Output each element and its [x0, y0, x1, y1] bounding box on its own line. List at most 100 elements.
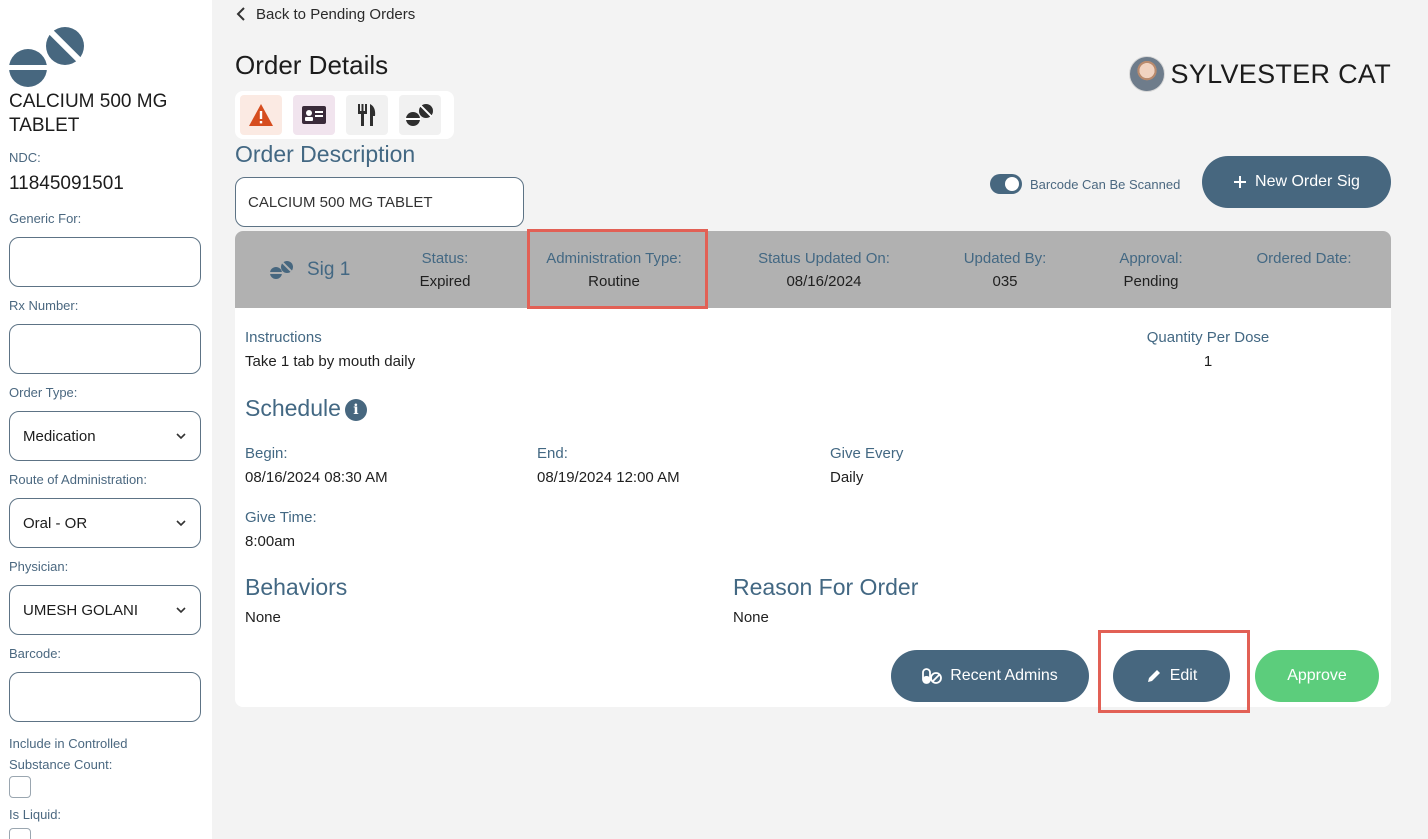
recent-admins-label: Recent Admins — [950, 667, 1058, 684]
back-link-label: Back to Pending Orders — [256, 5, 416, 23]
chevron-down-icon — [176, 607, 186, 614]
administration-type-value: Routine — [588, 273, 640, 290]
rx-number-input[interactable] — [9, 324, 201, 374]
utensils-icon — [358, 104, 376, 126]
instructions-value: Take 1 tab by mouth daily — [245, 353, 416, 370]
barcode-label: Barcode: — [9, 646, 62, 661]
ndc-label: NDC: — [9, 150, 41, 165]
order-type-value: Medication — [23, 427, 96, 445]
route-label: Route of Administration: — [9, 472, 148, 487]
diet-button[interactable] — [346, 95, 388, 135]
approval-label: Approval: — [1119, 250, 1183, 267]
patient-avatar — [1128, 56, 1165, 92]
approval-column: Approval: Pending — [1101, 250, 1201, 290]
end-value: 08/19/2024 12:00 AM — [537, 469, 680, 486]
controlled-substance-checkbox[interactable] — [9, 776, 31, 798]
drug-name: CALCIUM 500 MG TABLET — [9, 91, 168, 136]
route-value: Oral - OR — [23, 514, 88, 532]
sig-label: Sig 1 — [307, 259, 351, 280]
schedule-title: Schedule — [245, 395, 341, 421]
warning-icon — [249, 104, 273, 126]
physician-select[interactable]: UMESH GOLANI — [9, 585, 201, 635]
begin-label: Begin: — [245, 445, 288, 462]
patient-header: SYLVESTER CAT — [1128, 56, 1391, 92]
rx-number-label: Rx Number: — [9, 298, 79, 313]
order-description-title: Order Description — [235, 141, 416, 167]
generic-for-input[interactable] — [9, 237, 201, 287]
give-time-value: 8:00am — [245, 533, 296, 550]
approve-button[interactable]: Approve — [1255, 650, 1379, 702]
approval-value: Pending — [1123, 273, 1179, 290]
reason-for-order-heading: Reason For Order — [733, 574, 919, 600]
chevron-left-icon — [236, 7, 245, 21]
behaviors-value: None — [245, 609, 281, 626]
schedule-heading: Schedule i — [245, 395, 367, 422]
updated-by-label: Updated By: — [963, 250, 1047, 267]
pills-icon — [269, 261, 293, 279]
medications-button[interactable] — [399, 95, 441, 135]
behaviors-heading: Behaviors — [245, 574, 348, 600]
new-order-sig-button[interactable]: New Order Sig — [1202, 156, 1391, 208]
status-value: Expired — [419, 273, 471, 290]
order-description-input[interactable]: CALCIUM 500 MG TABLET — [235, 177, 524, 227]
pills-logo-icon — [8, 27, 84, 87]
barcode-scan-label: Barcode Can Be Scanned — [1030, 176, 1181, 192]
begin-value: 08/16/2024 08:30 AM — [245, 469, 388, 486]
give-every-label: Give Every — [830, 445, 904, 462]
is-liquid-checkbox[interactable] — [9, 828, 31, 839]
ordered-date-label: Ordered Date: — [1256, 250, 1352, 267]
barcode-input[interactable] — [9, 672, 201, 722]
order-description-value: CALCIUM 500 MG TABLET — [248, 193, 433, 211]
edit-button[interactable]: Edit — [1113, 650, 1230, 702]
generic-for-label: Generic For: — [9, 211, 82, 226]
controlled-substance-label: Include in Controlled Substance Count: — [9, 736, 128, 772]
physician-label: Physician: — [9, 559, 69, 574]
ordered-date-column: Ordered Date: — [1239, 250, 1369, 267]
status-updated-label: Status Updated On: — [758, 250, 890, 267]
quantity-per-dose-value: 1 — [1203, 353, 1213, 370]
give-time-label: Give Time: — [245, 509, 317, 526]
is-liquid-label: Is Liquid: — [9, 807, 62, 822]
status-label: Status: — [421, 250, 469, 267]
chevron-down-icon — [176, 433, 186, 440]
recent-admins-button[interactable]: Recent Admins — [891, 650, 1089, 702]
info-icon[interactable]: i — [344, 399, 367, 421]
pills-icon — [405, 104, 433, 126]
edit-label: Edit — [1169, 667, 1198, 684]
id-card-button[interactable] — [293, 95, 335, 135]
order-type-select[interactable]: Medication — [9, 411, 201, 461]
barcode-scan-toggle[interactable] — [990, 174, 1022, 194]
approve-label: Approve — [1287, 667, 1347, 684]
physician-value: UMESH GOLANI — [23, 601, 139, 619]
chevron-down-icon — [176, 520, 186, 527]
administration-type-column: Administration Type: Routine — [534, 250, 694, 290]
barcode-scan-toggle-group: Barcode Can Be Scanned — [990, 174, 1180, 194]
allergy-warning-button[interactable] — [240, 95, 282, 135]
patient-name: SYLVESTER CAT — [1170, 58, 1391, 89]
status-column: Status: Expired — [405, 250, 485, 290]
administration-type-label: Administration Type: — [546, 250, 682, 267]
reason-for-order-value: None — [733, 609, 769, 626]
capsules-icon — [922, 668, 943, 684]
sig-title: Sig 1 — [269, 259, 350, 281]
instructions-label: Instructions — [245, 329, 322, 346]
updated-by-value: 035 — [992, 273, 1018, 290]
new-order-sig-label: New Order Sig — [1255, 173, 1360, 190]
order-icon-tray — [235, 91, 454, 139]
status-updated-column: Status Updated On: 08/16/2024 — [744, 250, 904, 290]
route-select[interactable]: Oral - OR — [9, 498, 201, 548]
status-updated-value: 08/16/2024 — [786, 273, 862, 290]
sig-card: Sig 1 Status: Expired Administration Typ… — [235, 231, 1391, 707]
id-card-icon — [302, 106, 326, 124]
end-label: End: — [537, 445, 568, 462]
sig-card-header: Sig 1 Status: Expired Administration Typ… — [235, 231, 1391, 308]
page-title: Order Details — [235, 50, 389, 80]
ndc-value: 11845091501 — [9, 173, 124, 194]
sidebar: CALCIUM 500 MG TABLET NDC: 11845091501 G… — [0, 0, 212, 839]
back-to-pending-orders-link[interactable]: Back to Pending Orders — [236, 3, 415, 25]
pencil-icon — [1147, 670, 1160, 682]
give-every-value: Daily — [830, 469, 864, 486]
quantity-per-dose-label: Quantity Per Dose — [1146, 329, 1270, 346]
order-type-label: Order Type: — [9, 385, 78, 400]
plus-icon — [1234, 176, 1247, 188]
